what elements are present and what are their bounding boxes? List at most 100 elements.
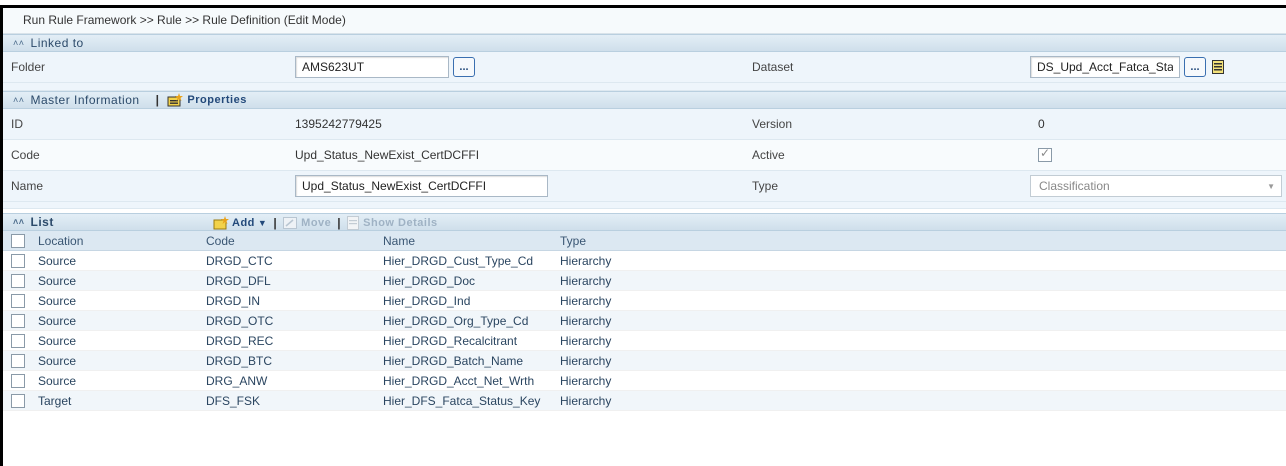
id-row: ID 1395242779425 Version 0	[3, 109, 1286, 140]
row-check-cell	[3, 293, 33, 308]
dataset-field-cell: ...	[1024, 52, 1286, 82]
row-location: Source	[38, 333, 77, 348]
active-label: Active	[752, 148, 785, 162]
table-row[interactable]: Target DFS_FSK Hier_DFS_Fatca_Status_Key…	[3, 391, 1286, 411]
table-row[interactable]: Source DRGD_OTC Hier_DRGD_Org_Type_Cd Hi…	[3, 311, 1286, 331]
move-button[interactable]: Move	[283, 214, 331, 232]
list-title: List	[30, 215, 54, 229]
row-checkbox[interactable]	[11, 313, 25, 328]
row-filler	[728, 331, 1286, 350]
table-row[interactable]: Source DRG_ANW Hier_DRGD_Acct_Net_Wrth H…	[3, 371, 1286, 391]
column-header-type[interactable]: Type	[556, 234, 728, 248]
row-checkbox[interactable]	[11, 353, 25, 368]
folder-input[interactable]	[295, 56, 449, 78]
row-type: Hierarchy	[560, 353, 612, 368]
add-button[interactable]: Add ▼	[213, 214, 267, 232]
table-row[interactable]: Source DRGD_IN Hier_DRGD_Ind Hierarchy	[3, 291, 1286, 311]
id-value: 1395242779425	[295, 117, 382, 131]
type-label: Type	[752, 179, 779, 193]
rule-definition-window: Run Rule Framework >> Rule >> Rule Defin…	[0, 5, 1286, 466]
type-field-cell: Classification ▼	[1024, 171, 1286, 201]
row-code: DRGD_CTC	[206, 253, 273, 268]
active-label-cell: Active	[744, 140, 1024, 170]
row-name: Hier_DRGD_Recalcitrant	[383, 333, 518, 348]
linked-to-header[interactable]: ˄˄ Linked to	[3, 34, 1286, 52]
folder-browse-button[interactable]: ...	[453, 57, 475, 77]
row-filler	[728, 291, 1286, 310]
double-chevron-up-icon[interactable]: ˄˄	[13, 91, 25, 109]
column-header-code[interactable]: Code	[203, 234, 378, 248]
table-row[interactable]: Source DRGD_REC Hier_DRGD_Recalcitrant H…	[3, 331, 1286, 351]
properties-button[interactable]: Properties	[167, 91, 246, 109]
name-field-cell	[287, 171, 744, 201]
id-label: ID	[11, 117, 23, 131]
row-type: Hierarchy	[560, 373, 612, 388]
column-header-filler	[728, 231, 1286, 250]
dataset-input[interactable]	[1030, 56, 1180, 78]
type-select[interactable]: Classification ▼	[1030, 175, 1282, 197]
version-value: 0	[1038, 117, 1045, 131]
dataset-browse-button[interactable]: ...	[1184, 57, 1206, 77]
row-location: Source	[38, 293, 77, 308]
active-checkbox[interactable]	[1038, 146, 1052, 162]
row-name: Hier_DRGD_Acct_Net_Wrth	[383, 373, 535, 388]
table-row[interactable]: Source DRGD_BTC Hier_DRGD_Batch_Name Hie…	[3, 351, 1286, 371]
row-name: Hier_DRGD_Org_Type_Cd	[383, 313, 529, 328]
show-details-button[interactable]: Show Details	[347, 214, 437, 232]
row-filler	[728, 391, 1286, 410]
row-check-cell	[3, 393, 33, 408]
move-label: Move	[301, 217, 332, 229]
row-type: Hierarchy	[560, 313, 612, 328]
chevron-down-icon[interactable]: ▼	[258, 214, 267, 232]
select-all-checkbox[interactable]	[11, 233, 25, 248]
row-checkbox[interactable]	[11, 273, 25, 288]
version-label: Version	[752, 117, 793, 131]
breadcrumb: Run Rule Framework >> Rule >> Rule Defin…	[3, 8, 1286, 34]
row-check-cell	[3, 373, 33, 388]
folder-field-cell: ...	[287, 52, 744, 82]
toolbar-separator: |	[155, 93, 160, 107]
double-chevron-up-icon[interactable]: ˄˄	[13, 213, 25, 231]
folder-label: Folder	[11, 60, 46, 74]
row-checkbox[interactable]	[11, 253, 25, 268]
version-label-cell: Version	[744, 109, 1024, 139]
row-location: Source	[38, 353, 77, 368]
toolbar-separator: |	[273, 216, 278, 230]
row-location: Source	[38, 273, 77, 288]
section-spacer	[3, 83, 1286, 91]
column-header-location[interactable]: Location	[33, 234, 203, 248]
list-toolbar: Add ▼ | Move | Show Details	[213, 214, 438, 232]
row-type: Hierarchy	[560, 253, 612, 268]
double-chevron-up-icon[interactable]: ˄˄	[13, 34, 25, 52]
column-header-name[interactable]: Name	[378, 234, 556, 248]
row-name: Hier_DRGD_Doc	[383, 273, 476, 288]
table-row[interactable]: Source DRGD_DFL Hier_DRGD_Doc Hierarchy	[3, 271, 1286, 291]
row-filler	[728, 251, 1286, 270]
chevron-down-icon: ▼	[1267, 181, 1275, 191]
master-info-header[interactable]: ˄˄ Master Information | Properties	[3, 91, 1286, 109]
list-header[interactable]: ˄˄ List Add ▼ | Move | Show Details	[3, 213, 1286, 231]
row-code: DRGD_OTC	[206, 313, 274, 328]
type-selected-value: Classification	[1039, 179, 1110, 193]
row-filler	[728, 351, 1286, 370]
row-name: Hier_DFS_Fatca_Status_Key	[383, 393, 541, 408]
dataset-label-cell: Dataset	[744, 52, 1024, 82]
name-input[interactable]	[295, 175, 548, 197]
code-label: Code	[11, 148, 40, 162]
row-checkbox[interactable]	[11, 373, 25, 388]
linked-row: Folder ... Dataset ...	[3, 52, 1286, 83]
row-location: Source	[38, 373, 77, 388]
row-checkbox[interactable]	[11, 393, 25, 408]
name-row: Name Type Classification ▼	[3, 171, 1286, 202]
row-checkbox[interactable]	[11, 333, 25, 348]
row-filler	[728, 371, 1286, 390]
row-checkbox[interactable]	[11, 293, 25, 308]
view-document-icon[interactable]	[1212, 60, 1224, 74]
table-row[interactable]: Source DRGD_CTC Hier_DRGD_Cust_Type_Cd H…	[3, 251, 1286, 271]
row-code: DRGD_IN	[206, 293, 261, 308]
toolbar-separator: |	[337, 216, 342, 230]
row-check-cell	[3, 353, 33, 368]
details-icon	[347, 216, 360, 230]
row-type: Hierarchy	[560, 333, 612, 348]
row-code: DRGD_BTC	[206, 353, 273, 368]
